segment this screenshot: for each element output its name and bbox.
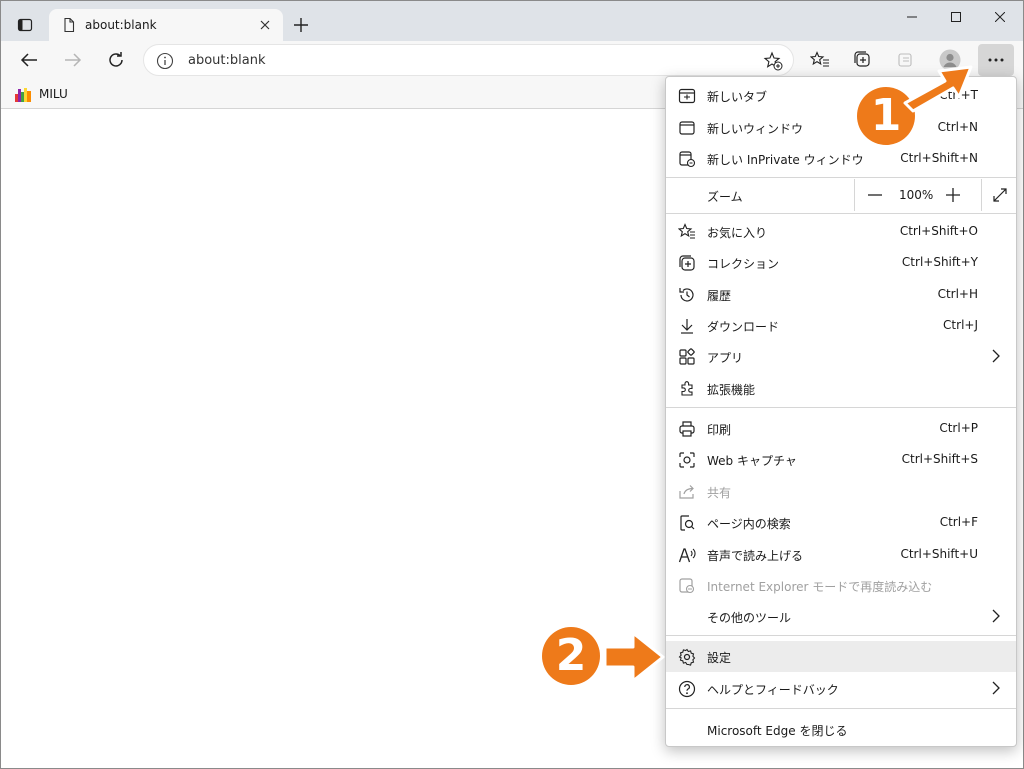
web-capture-icon bbox=[679, 452, 695, 468]
menu-separator bbox=[666, 635, 1016, 636]
menu-separator bbox=[666, 177, 1016, 178]
apps-icon bbox=[679, 348, 695, 365]
settings-menu: 新しいタブ Ctrl+T 新しいウィンドウ Ctrl+N 新しい InPriva… bbox=[665, 76, 1017, 747]
zoom-label: ズーム bbox=[707, 190, 743, 204]
milu-logo-icon bbox=[15, 88, 31, 102]
plus-icon bbox=[294, 18, 308, 32]
collections-button[interactable] bbox=[847, 44, 879, 76]
tab-actions-button[interactable] bbox=[13, 13, 37, 37]
minimize-button[interactable] bbox=[889, 3, 935, 31]
inprivate-icon bbox=[679, 151, 696, 168]
favorite-item-milu[interactable]: MILU bbox=[15, 84, 68, 104]
menu-item-web-capture[interactable]: Web キャプチャ Ctrl+Shift+S bbox=[666, 444, 1016, 475]
download-icon bbox=[681, 319, 693, 334]
print-icon bbox=[679, 421, 695, 437]
read-aloud-icon bbox=[678, 548, 696, 563]
favorites-icon bbox=[678, 223, 695, 239]
plus-icon bbox=[946, 188, 960, 202]
expand-icon bbox=[992, 188, 1007, 202]
close-window-button[interactable] bbox=[977, 3, 1023, 31]
zoom-in-button[interactable] bbox=[941, 183, 965, 207]
favorites-button[interactable] bbox=[804, 44, 836, 76]
menu-item-collections[interactable]: コレクション Ctrl+Shift+Y bbox=[666, 247, 1016, 278]
address-bar[interactable]: about:blank bbox=[143, 44, 794, 76]
zoom-value: 100% bbox=[899, 188, 934, 202]
title-bar: about:blank bbox=[1, 1, 1023, 41]
chevron-right-icon bbox=[992, 349, 1000, 363]
annotation-badge-2: 2 bbox=[542, 627, 600, 685]
annotation-arrow-1 bbox=[903, 65, 973, 113]
menu-item-favorites[interactable]: お気に入り Ctrl+Shift+O bbox=[666, 216, 1016, 247]
menu-item-apps[interactable]: アプリ bbox=[666, 341, 1016, 372]
forward-button[interactable] bbox=[57, 44, 89, 76]
find-icon bbox=[680, 515, 695, 531]
favorites-list-icon bbox=[810, 51, 829, 67]
menu-item-downloads[interactable]: ダウンロード Ctrl+J bbox=[666, 310, 1016, 341]
favorite-label: MILU bbox=[39, 87, 68, 101]
menu-item-settings[interactable]: 設定 bbox=[666, 641, 1016, 672]
menu-separator bbox=[666, 407, 1016, 408]
zoom-controls: 100% bbox=[854, 179, 1016, 211]
tab-actions-icon bbox=[17, 18, 33, 32]
share-icon bbox=[679, 485, 694, 499]
back-button[interactable] bbox=[13, 44, 45, 76]
add-favorite-icon[interactable] bbox=[763, 51, 783, 71]
page-icon bbox=[64, 17, 75, 33]
refresh-icon bbox=[109, 52, 123, 67]
menu-item-help[interactable]: ヘルプとフィードバック bbox=[666, 673, 1016, 704]
more-button[interactable] bbox=[978, 44, 1014, 76]
browser-window: about:blank about:blank MILU 新しいタブ 新しいウィ… bbox=[0, 0, 1024, 769]
fullscreen-button[interactable] bbox=[981, 179, 1017, 211]
ellipsis-icon bbox=[988, 58, 1004, 62]
menu-item-find[interactable]: ページ内の検索 Ctrl+F bbox=[666, 507, 1016, 538]
info-icon[interactable] bbox=[156, 52, 174, 70]
menu-item-extensions[interactable]: 拡張機能 bbox=[666, 373, 1016, 404]
new-window-icon bbox=[679, 121, 695, 135]
ie-mode-icon bbox=[679, 578, 695, 594]
collections-icon bbox=[854, 51, 870, 67]
close-icon bbox=[995, 12, 1005, 22]
menu-item-inprivate[interactable]: 新しい InPrivate ウィンドウ Ctrl+Shift+N bbox=[666, 143, 1016, 174]
refresh-button[interactable] bbox=[100, 44, 132, 76]
new-tab-icon bbox=[678, 88, 696, 104]
minimize-icon bbox=[907, 16, 917, 18]
chevron-right-icon bbox=[992, 681, 1000, 695]
collections-icon bbox=[679, 255, 695, 271]
tab-close-button[interactable] bbox=[255, 15, 275, 35]
minus-icon bbox=[868, 194, 882, 196]
maximize-button[interactable] bbox=[933, 3, 979, 31]
menu-item-close-edge[interactable]: Microsoft Edge を閉じる bbox=[666, 714, 1016, 745]
settings-icon bbox=[678, 648, 696, 666]
arrow-right-icon bbox=[65, 53, 82, 67]
menu-item-ie-mode: Internet Explorer モードで再度読み込む bbox=[666, 570, 1016, 601]
history-icon bbox=[679, 288, 694, 302]
menu-item-share: 共有 bbox=[666, 476, 1016, 507]
menu-separator bbox=[666, 213, 1016, 214]
zoom-row: ズーム 100% bbox=[666, 179, 1016, 211]
menu-separator bbox=[666, 708, 1016, 709]
menu-item-print[interactable]: 印刷 Ctrl+P bbox=[666, 413, 1016, 444]
menu-item-history[interactable]: 履歴 Ctrl+H bbox=[666, 279, 1016, 310]
new-tab-button[interactable] bbox=[289, 13, 313, 37]
tab-title: about:blank bbox=[85, 18, 157, 32]
address-text[interactable]: about:blank bbox=[188, 53, 266, 68]
menu-item-read-aloud[interactable]: 音声で読み上げる Ctrl+Shift+U bbox=[666, 539, 1016, 570]
menu-item-more-tools[interactable]: その他のツール bbox=[666, 601, 1016, 632]
close-icon bbox=[260, 20, 270, 30]
arrow-left-icon bbox=[20, 53, 37, 67]
extensions-icon bbox=[681, 381, 693, 396]
chevron-right-icon bbox=[992, 609, 1000, 623]
zoom-out-button[interactable] bbox=[863, 183, 887, 207]
annotation-arrow-2 bbox=[603, 631, 665, 683]
tab-active[interactable]: about:blank bbox=[49, 9, 283, 41]
toolbar: about:blank bbox=[1, 41, 1023, 79]
maximize-icon bbox=[951, 12, 961, 22]
help-icon bbox=[678, 680, 696, 698]
